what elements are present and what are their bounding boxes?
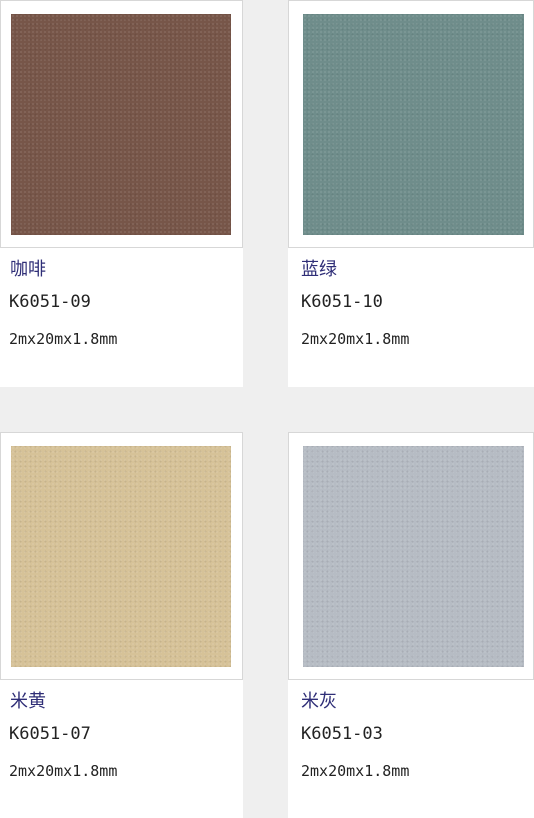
product-card[interactable]: 米黄 K6051-07 2mx20mx1.8mm: [0, 432, 243, 818]
product-name[interactable]: 米黄: [10, 687, 46, 713]
swatch-frame: [0, 432, 243, 680]
product-name[interactable]: 米灰: [301, 687, 337, 713]
product-card[interactable]: 蓝绿 K6051-10 2mx20mx1.8mm: [288, 0, 534, 387]
color-swatch[interactable]: [11, 446, 231, 667]
product-card[interactable]: 咖啡 K6051-09 2mx20mx1.8mm: [0, 0, 243, 387]
product-name[interactable]: 咖啡: [10, 255, 46, 281]
swatch-frame: [0, 0, 243, 248]
color-swatch[interactable]: [303, 446, 524, 667]
color-swatch[interactable]: [303, 14, 524, 235]
product-code: K6051-09: [9, 292, 91, 312]
product-card[interactable]: 米灰 K6051-03 2mx20mx1.8mm: [288, 432, 534, 818]
color-swatch[interactable]: [11, 14, 231, 235]
product-size: 2mx20mx1.8mm: [301, 330, 410, 348]
product-code: K6051-07: [9, 724, 91, 744]
product-code: K6051-03: [301, 724, 383, 744]
product-size: 2mx20mx1.8mm: [9, 330, 118, 348]
swatch-frame: [288, 0, 534, 248]
product-code: K6051-10: [301, 292, 383, 312]
product-grid: 咖啡 K6051-09 2mx20mx1.8mm 蓝绿 K6051-10 2mx…: [0, 0, 534, 818]
product-size: 2mx20mx1.8mm: [9, 762, 118, 780]
product-size: 2mx20mx1.8mm: [301, 762, 410, 780]
swatch-frame: [288, 432, 534, 680]
product-name[interactable]: 蓝绿: [301, 255, 337, 281]
